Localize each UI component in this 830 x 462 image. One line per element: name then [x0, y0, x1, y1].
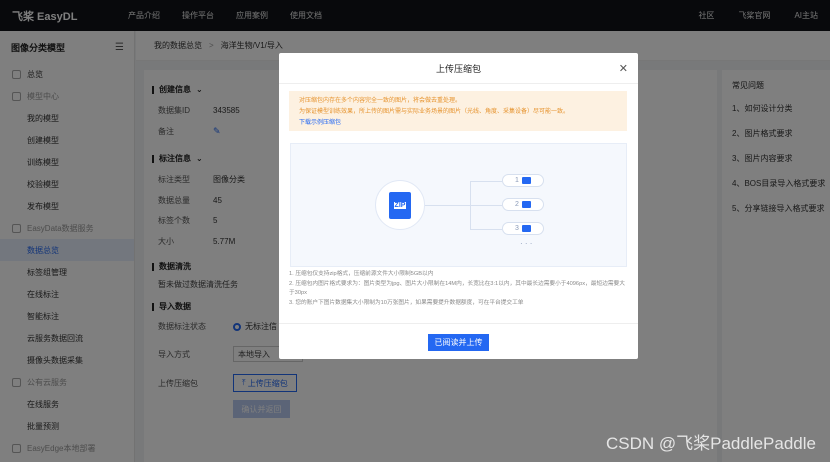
- image-icon: [521, 225, 531, 232]
- rule-item: 3. 您的账户下图片数据集大小限制为10万张图片，如果需要提升数据额度，可在平台…: [289, 299, 524, 306]
- download-sample-link[interactable]: 下载示例压缩包: [299, 118, 617, 129]
- notice-line: 对压缩包内存在多个内容完全一致的图片，将会做去重处理。: [299, 98, 462, 104]
- connector-line: [470, 205, 502, 206]
- connector-line: [470, 229, 502, 230]
- zip-label: ZIP: [393, 201, 407, 209]
- rule-item: 2. 压缩包内图片格式要求为：图片类型为jpg、图片大小限制在14M内，长宽比在…: [289, 280, 625, 297]
- modal-footer: 已阅读并上传: [279, 323, 638, 359]
- rule-item: 1. 压缩包仅支持zip格式，压缩前源文件大小限制5GB以内: [289, 271, 434, 277]
- close-icon[interactable]: ✕: [619, 62, 628, 75]
- image-icon: [521, 177, 531, 184]
- zip-file-icon: ZIP: [375, 180, 425, 230]
- image-thumb: 2: [502, 198, 544, 211]
- connector-line: [425, 205, 470, 206]
- connector-line: [470, 181, 502, 182]
- thumb-index: 2: [515, 201, 519, 208]
- read-and-upload-button[interactable]: 已阅读并上传: [428, 334, 489, 351]
- thumb-index: 3: [515, 225, 519, 232]
- upload-zip-modal: 上传压缩包 ✕ 对压缩包内存在多个内容完全一致的图片，将会做去重处理。 为保证模…: [279, 53, 638, 359]
- zip-document-shape: ZIP: [389, 191, 411, 219]
- image-thumb: 1: [502, 174, 544, 187]
- more-dots: · · ·: [520, 239, 533, 248]
- thumb-index: 1: [515, 177, 519, 184]
- modal-title: 上传压缩包: [279, 53, 638, 84]
- notice-box: 对压缩包内存在多个内容完全一致的图片，将会做去重处理。 为保证模型训练效果，所上…: [289, 91, 627, 131]
- upload-rules: 1. 压缩包仅支持zip格式，压缩前源文件大小限制5GB以内 2. 压缩包内图片…: [289, 270, 629, 308]
- watermark: CSDN @飞桨PaddlePaddle: [605, 434, 816, 453]
- zip-illustration: ZIP 1 2 3 · · ·: [290, 143, 627, 267]
- notice-line: 为保证模型训练效果，所上传的图片需与实际业务场景的图片（光线、角度、采集设备）尽…: [299, 109, 570, 115]
- image-icon: [521, 201, 531, 208]
- image-thumb: 3: [502, 222, 544, 235]
